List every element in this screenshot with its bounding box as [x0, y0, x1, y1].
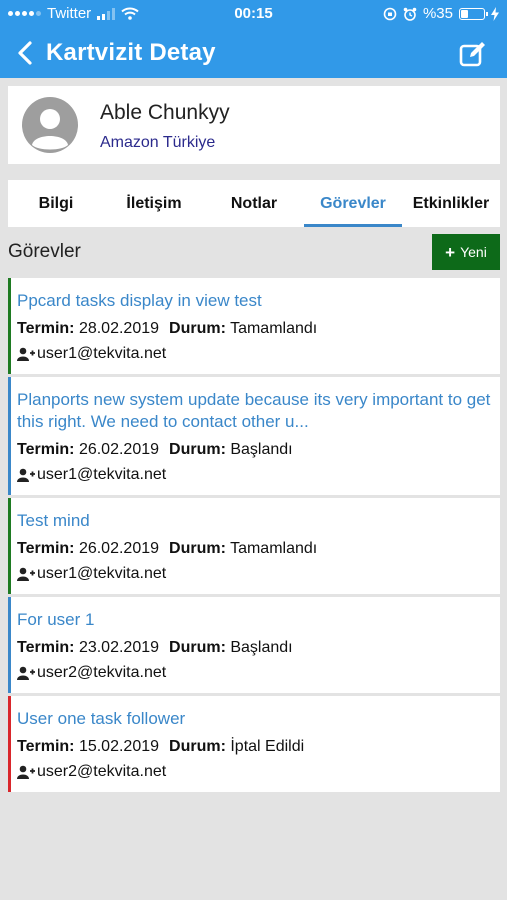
- task-title: Ppcard tasks display in view test: [17, 291, 262, 310]
- contact-name: Able Chunkyy: [100, 101, 230, 124]
- user-plus-icon: [17, 468, 35, 482]
- alarm-icon: [403, 7, 417, 21]
- user-plus-icon: [17, 347, 35, 361]
- charging-icon: [491, 6, 499, 21]
- task-card[interactable]: Ppcard tasks display in view test Termin…: [8, 278, 500, 374]
- task-user: user2@tekvita.net: [37, 664, 167, 681]
- task-meta: Termin: 28.02.2019 Durum: Tamamlandı: [17, 320, 317, 338]
- status-label: Durum:: [169, 738, 226, 755]
- tab-notlar[interactable]: Notlar: [204, 180, 304, 227]
- task-user: user1@tekvita.net: [37, 565, 167, 582]
- task-assignee: user2@tekvita.net: [17, 763, 166, 781]
- task-meta: Termin: 15.02.2019 Durum: İptal Edildi: [17, 738, 304, 756]
- tab-bilgi[interactable]: Bilgi: [8, 180, 104, 227]
- nav-bar: Kartvizit Detay: [0, 28, 507, 78]
- task-due: 15.02.2019: [78, 738, 160, 755]
- tab-gorevler[interactable]: Görevler: [304, 180, 402, 227]
- task-meta: Termin: 26.02.2019 Durum: Tamamlandı: [17, 540, 317, 558]
- contact-company: Amazon Türkiye: [100, 134, 216, 151]
- task-user: user2@tekvita.net: [37, 763, 167, 780]
- tab-etkinlikler[interactable]: Etkinlikler: [402, 180, 500, 227]
- task-status: Tamamlandı: [230, 320, 318, 337]
- due-label: Termin:: [17, 441, 75, 458]
- user-plus-icon: [17, 567, 35, 581]
- task-title: User one task follower: [17, 709, 186, 728]
- task-status: İptal Edildi: [230, 738, 305, 755]
- task-card[interactable]: Planports new system update because its …: [8, 377, 500, 495]
- status-right: %35: [383, 5, 499, 22]
- new-task-button[interactable]: + Yeni: [432, 234, 500, 270]
- status-label: Durum:: [169, 639, 226, 656]
- tab-iletisim[interactable]: İletişim: [104, 180, 204, 227]
- battery-percent: %35: [422, 5, 453, 22]
- due-label: Termin:: [17, 540, 75, 557]
- status-bar: Twitter 00:15 %35: [0, 0, 507, 28]
- contact-card: Able Chunkyy Amazon Türkiye: [8, 86, 500, 164]
- task-title: For user 1: [17, 610, 95, 629]
- task-status: Başlandı: [230, 441, 293, 458]
- task-card[interactable]: For user 1 Termin: 23.02.2019 Durum: Başl…: [8, 597, 500, 693]
- task-assignee: user1@tekvita.net: [17, 466, 166, 484]
- task-meta: Termin: 23.02.2019 Durum: Başlandı: [17, 639, 293, 657]
- task-status: Tamamlandı: [230, 540, 318, 557]
- due-label: Termin:: [17, 738, 75, 755]
- active-tab-indicator: [304, 224, 402, 227]
- status-label: Durum:: [169, 320, 226, 337]
- status-label: Durum:: [169, 441, 226, 458]
- user-plus-icon: [17, 765, 35, 779]
- new-task-label: Yeni: [460, 244, 487, 260]
- task-user: user1@tekvita.net: [37, 345, 167, 362]
- chevron-left-icon[interactable]: [12, 39, 40, 67]
- task-assignee: user1@tekvita.net: [17, 565, 166, 583]
- due-label: Termin:: [17, 639, 75, 656]
- task-due: 28.02.2019: [78, 320, 160, 337]
- task-meta: Termin: 26.02.2019 Durum: Başlandı: [17, 441, 293, 459]
- task-card[interactable]: Test mind Termin: 26.02.2019 Durum: Tamam…: [8, 498, 500, 594]
- section-title: Görevler: [8, 241, 81, 262]
- task-status: Başlandı: [230, 639, 293, 656]
- plus-icon: +: [445, 242, 456, 262]
- task-user: user1@tekvita.net: [37, 466, 167, 483]
- task-title: Planports new system update because its …: [17, 390, 491, 431]
- user-plus-icon: [17, 666, 35, 680]
- task-due: 23.02.2019: [78, 639, 160, 656]
- tab-bar: Bilgi İletişim Notlar Görevler Etkinlikl…: [8, 180, 500, 227]
- avatar-icon: [22, 97, 78, 153]
- battery-icon: [459, 7, 488, 20]
- task-due: 26.02.2019: [78, 441, 160, 458]
- due-label: Termin:: [17, 320, 75, 337]
- orientation-lock-icon: [383, 7, 397, 20]
- task-due: 26.02.2019: [78, 540, 160, 557]
- page-title: Kartvizit Detay: [46, 39, 216, 66]
- edit-icon[interactable]: [459, 40, 487, 68]
- task-title: Test mind: [17, 511, 90, 530]
- task-assignee: user1@tekvita.net: [17, 345, 166, 363]
- task-card[interactable]: User one task follower Termin: 15.02.201…: [8, 696, 500, 792]
- status-label: Durum:: [169, 540, 226, 557]
- task-assignee: user2@tekvita.net: [17, 664, 166, 682]
